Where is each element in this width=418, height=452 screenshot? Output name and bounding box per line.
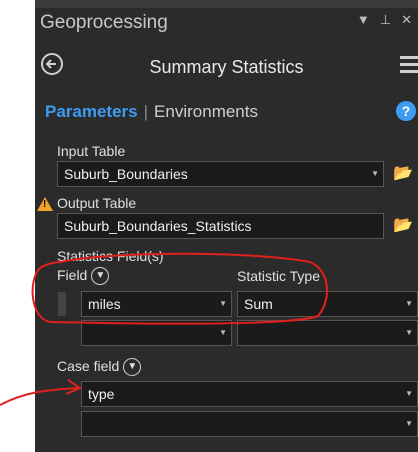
output-table-label: Output Table xyxy=(57,195,137,211)
field-header-text: Field xyxy=(57,267,88,283)
chevron-down-icon: ▼ xyxy=(371,169,379,178)
field-column-header: Field ▼ xyxy=(57,267,110,286)
folder-icon[interactable]: 📂 xyxy=(393,215,413,235)
folder-icon[interactable]: 📂 xyxy=(393,163,413,183)
stat-type-dropdown-empty[interactable]: ▼ xyxy=(237,320,418,346)
tool-tabs: Parameters | Environments xyxy=(45,102,258,122)
input-table-label: Input Table xyxy=(57,143,126,159)
statistics-fields-label: Statistics Field(s) xyxy=(57,248,164,264)
case-field-dropdown-empty[interactable]: ▼ xyxy=(81,411,418,437)
output-table-value: Suburb_Boundaries_Statistics xyxy=(64,218,252,234)
chevron-down-icon: ▼ xyxy=(219,328,227,337)
case-field-label-text: Case field xyxy=(57,358,120,374)
stat-field-dropdown[interactable]: miles ▼ xyxy=(81,291,232,317)
stat-type-dropdown[interactable]: Sum ▼ xyxy=(237,291,418,317)
stat-field-value: miles xyxy=(88,296,121,312)
close-icon[interactable]: ✕ xyxy=(401,12,412,28)
row-handle[interactable] xyxy=(58,292,66,316)
pane-top-border xyxy=(35,0,418,8)
input-table-dropdown[interactable]: Suburb_Boundaries ▼ xyxy=(57,161,384,187)
input-table-value: Suburb_Boundaries xyxy=(64,166,188,182)
tool-title: Summary Statistics xyxy=(149,57,304,77)
menu-icon[interactable] xyxy=(400,56,418,77)
chevron-down-icon: ▼ xyxy=(405,328,413,337)
tab-environments[interactable]: Environments xyxy=(154,102,258,121)
chevron-down-icon[interactable]: ▼ xyxy=(123,358,142,377)
geoprocessing-pane: Geoprocessing ▼ ⊥ ✕ Summary Statistics P… xyxy=(35,0,418,452)
case-field-value: type xyxy=(88,386,115,402)
chevron-down-icon[interactable]: ▼ xyxy=(91,267,110,286)
pin-icon[interactable]: ⊥ xyxy=(380,12,391,28)
chevron-down-icon: ▼ xyxy=(405,419,413,428)
stat-field-dropdown-empty[interactable]: ▼ xyxy=(81,320,232,346)
pane-controls: ▼ ⊥ ✕ xyxy=(357,12,412,28)
case-field-label: Case field ▼ xyxy=(57,358,142,377)
warning-icon: ! xyxy=(37,197,53,211)
stat-type-value: Sum xyxy=(244,296,273,312)
statistic-type-header: Statistic Type xyxy=(237,268,321,284)
pane-title: Geoprocessing xyxy=(40,12,168,33)
chevron-down-icon: ▼ xyxy=(219,299,227,308)
tab-separator: | xyxy=(143,102,149,121)
chevron-down-icon: ▼ xyxy=(405,389,413,398)
dropdown-arrow-icon[interactable]: ▼ xyxy=(357,12,370,28)
output-table-input[interactable]: Suburb_Boundaries_Statistics xyxy=(57,213,384,239)
chevron-down-icon: ▼ xyxy=(405,299,413,308)
help-icon[interactable]: ? xyxy=(396,101,416,121)
tab-parameters[interactable]: Parameters xyxy=(45,102,138,121)
case-field-dropdown[interactable]: type ▼ xyxy=(81,381,418,407)
